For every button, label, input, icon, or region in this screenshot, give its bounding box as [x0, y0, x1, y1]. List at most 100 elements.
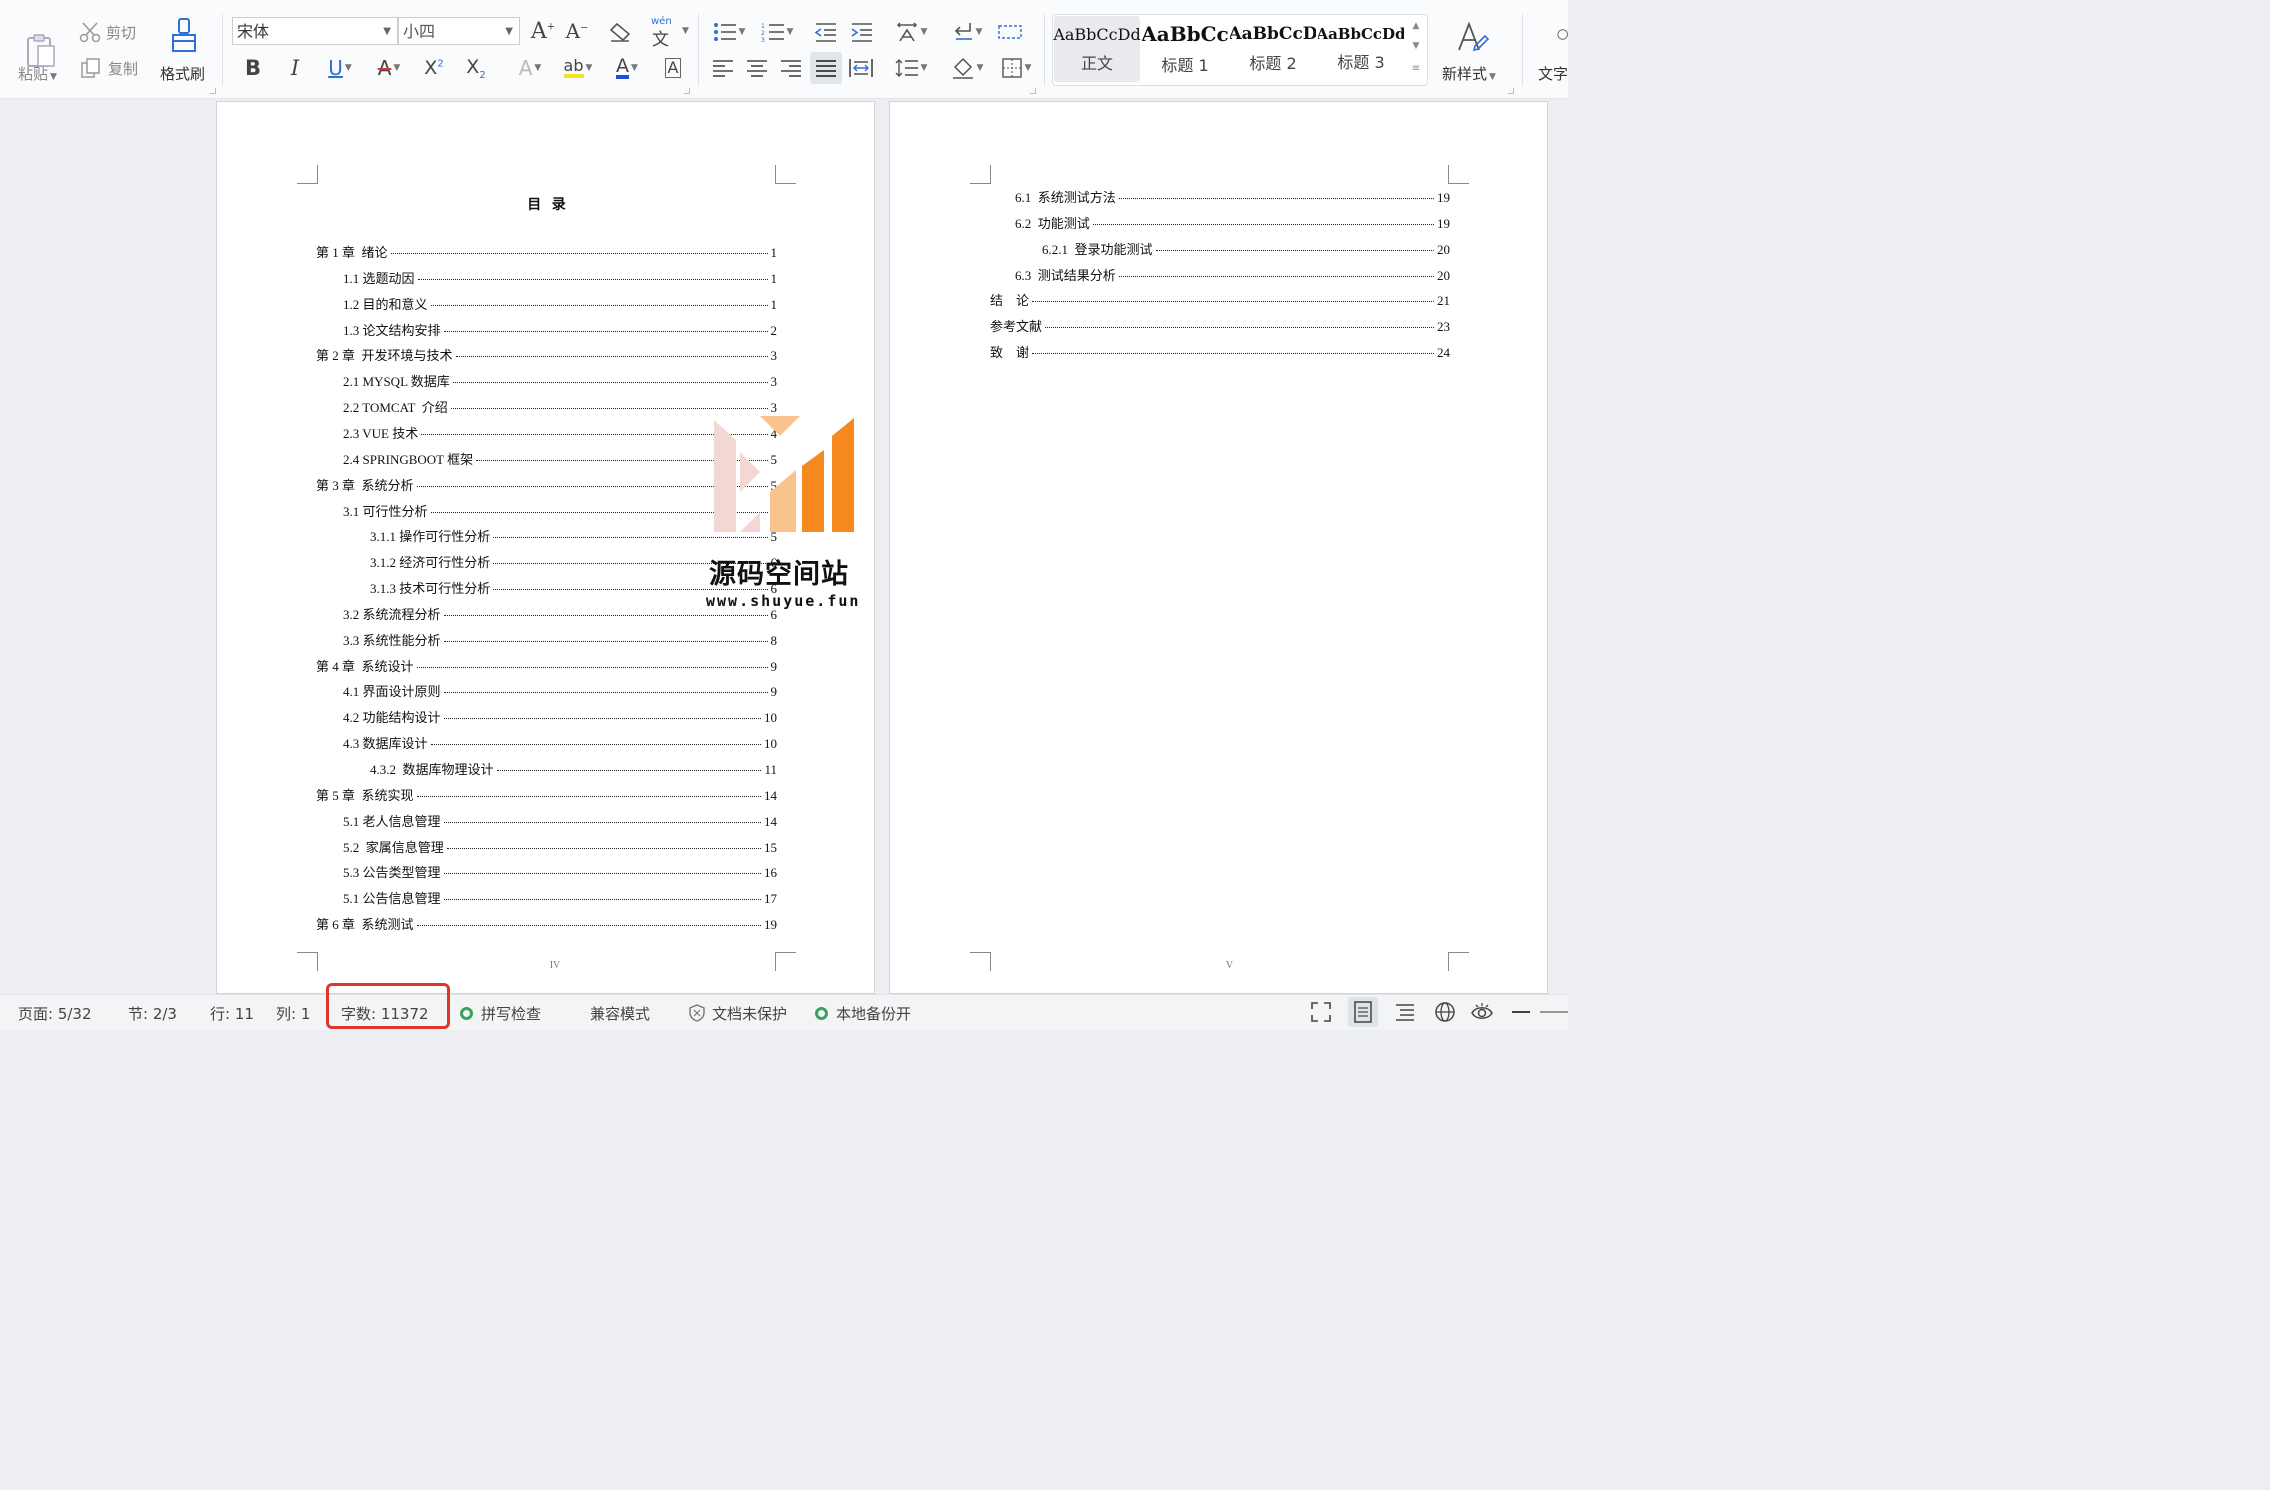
borders-button[interactable]: ▼ [996, 54, 1036, 82]
document-page-right[interactable]: 6.1 系统测试方法 19 6.2 功能测试 19 6.2.1 登录功能测试 20 6.3 … [889, 101, 1548, 994]
shading-button[interactable]: ▼ [946, 54, 988, 82]
font-color-button[interactable]: A ▼ [606, 54, 648, 82]
increase-indent-button[interactable] [848, 18, 876, 46]
toc-entry-title: 6.1 系统测试方法 [1015, 190, 1116, 205]
toc-entry[interactable]: 5.2 家属信息管理 15 [343, 837, 777, 856]
status-section[interactable]: 节: 2/3 [128, 1003, 177, 1024]
local-backup-button[interactable]: 本地备份开 [815, 1003, 911, 1024]
font-size-select[interactable]: 小四 ▼ [398, 17, 520, 45]
toc-entry[interactable]: 4.3 数据库设计 10 [343, 733, 777, 752]
toc-entry[interactable]: 6.3 测试结果分析 20 [1015, 265, 1450, 284]
fullscreen-button[interactable] [1310, 1001, 1332, 1027]
toc-entry[interactable]: 1.2 目的和意义 1 [343, 294, 777, 313]
text-tool-button[interactable] [1552, 20, 1568, 50]
toc-entry[interactable]: 6.2 功能测试 19 [1015, 213, 1450, 232]
styles-scroll-down[interactable]: ▼ [1408, 38, 1424, 54]
style-normal[interactable]: AaBbCcDd 正文 [1053, 16, 1141, 82]
paste-label[interactable]: 粘贴 ▼ [18, 63, 57, 84]
subscript-button[interactable]: X2 [462, 54, 490, 82]
toc-leader-dots [416, 925, 761, 927]
toc-entry[interactable]: 4.2 功能结构设计 10 [343, 707, 777, 726]
zoom-out-icon[interactable] [1512, 1011, 1530, 1013]
char-border-icon: A [664, 58, 682, 78]
new-style-button[interactable] [1452, 18, 1492, 56]
show-marks-button[interactable]: ▼ [946, 18, 988, 46]
align-center-button[interactable] [744, 54, 770, 82]
phonetic-guide-button[interactable]: wén 文 ▼ [646, 16, 690, 50]
toc-entry[interactable]: 1.1 选题动因 1 [343, 268, 777, 287]
text-effect-button[interactable]: A ▼ [510, 54, 550, 82]
spell-check-button[interactable]: 拼写检查 [460, 1003, 541, 1024]
align-right-button[interactable] [778, 54, 804, 82]
style-heading-1[interactable]: AaBbCc 标题 1 [1142, 16, 1228, 82]
highlight-button[interactable]: ab ▼ [558, 54, 598, 82]
toc-entry[interactable]: 6.2.1 登录功能测试 20 [1042, 239, 1450, 258]
toc-entry[interactable]: 第 6 章 系统测试 19 [316, 914, 777, 933]
toc-entry[interactable]: 6.1 系统测试方法 19 [1015, 187, 1450, 206]
cut-button[interactable]: 剪切 [78, 20, 136, 44]
bullet-list-button[interactable]: ▼ [710, 18, 748, 46]
grow-font-button[interactable]: A+ [530, 16, 556, 46]
zoom-slider[interactable] [1540, 1011, 1568, 1013]
toc-leader-dots [455, 356, 768, 358]
status-page[interactable]: 页面: 5/32 [18, 1003, 92, 1024]
toc-entry[interactable]: 4.3.2 数据库物理设计 11 [370, 759, 777, 778]
align-left-button[interactable] [710, 54, 736, 82]
toc-entry-title: 2.3 VUE 技术 [343, 425, 419, 441]
web-view-button[interactable] [1434, 1001, 1456, 1027]
decrease-indent-button[interactable] [812, 18, 840, 46]
status-word-count[interactable]: 字数: 11372 [341, 1003, 429, 1024]
copy-button[interactable]: 复制 [80, 56, 138, 80]
crop-mark [297, 165, 318, 184]
toc-entry-title: 3.1 可行性分析 [343, 503, 428, 519]
shrink-font-button[interactable]: A− [564, 16, 590, 46]
page-view-button[interactable] [1348, 997, 1378, 1027]
toc-entry[interactable]: 1.3 论文结构安排 2 [343, 320, 777, 339]
style-heading-3[interactable]: AaBbCcDd 标题 3 [1318, 16, 1404, 82]
bullet-list-icon [713, 23, 736, 41]
style-heading-2[interactable]: AaBbCcD 标题 2 [1230, 16, 1316, 82]
toc-entry[interactable]: 结 论 21 [990, 290, 1450, 309]
justify-button[interactable] [810, 52, 842, 84]
italic-button[interactable]: I [282, 54, 308, 82]
font-name-select[interactable]: 宋体 ▼ [232, 17, 398, 45]
toc-entry[interactable]: 参考文献 23 [990, 316, 1450, 335]
eye-protect-button[interactable] [1470, 1001, 1494, 1027]
toc-entry[interactable]: 致 谢 24 [990, 342, 1450, 361]
distribute-button[interactable] [848, 54, 874, 82]
toc-entry[interactable]: 5.1 公告信息管理 17 [343, 888, 777, 907]
toc-leader-dots [443, 821, 761, 823]
char-border-button[interactable]: A [660, 54, 686, 82]
format-painter-button[interactable] [160, 16, 208, 56]
paint-bucket-icon [952, 57, 973, 79]
toc-entry[interactable]: 5.3 公告类型管理 16 [343, 862, 777, 881]
toc-entry[interactable]: 3.3 系统性能分析 8 [343, 630, 777, 649]
toc-entry[interactable]: 第 2 章 开发环境与技术 3 [316, 345, 777, 364]
style-h1-sample: AaBbCc [1142, 22, 1228, 46]
toc-leader-dots [1118, 198, 1434, 199]
bold-button[interactable]: B [240, 54, 266, 82]
toc-entry[interactable]: 2.1 MYSQL 数据库 3 [343, 371, 777, 390]
toc-entry-page: 3 [770, 348, 778, 364]
superscript-button[interactable]: X2 [420, 54, 448, 82]
style-h2-label: 标题 2 [1249, 54, 1297, 73]
doc-protect-button[interactable]: 文档未保护 [688, 1003, 787, 1024]
grid-lines-button[interactable] [996, 18, 1024, 46]
align-center-icon [747, 60, 767, 77]
styles-scroll-up[interactable]: ▲ [1408, 18, 1424, 34]
toc-entry[interactable]: 5.1 老人信息管理 14 [343, 811, 777, 830]
toc-entry[interactable]: 第 4 章 系统设计 9 [316, 656, 777, 675]
underline-button[interactable]: U ▼ [320, 54, 360, 82]
clear-format-button[interactable] [606, 18, 634, 46]
text-effect-icon: A [518, 56, 533, 80]
toc-entry[interactable]: 4.1 界面设计原则 9 [343, 681, 777, 700]
new-style-label[interactable]: 新样式 ▼ [1442, 63, 1496, 84]
strikethrough-button[interactable]: A ▼ [368, 54, 410, 82]
outline-view-button[interactable] [1394, 1001, 1416, 1027]
toc-entry[interactable]: 第 1 章 绪论 1 [316, 242, 777, 261]
line-spacing-button[interactable]: ▼ [890, 54, 932, 82]
numbered-list-button[interactable]: 1 2 3 ▼ [758, 18, 796, 46]
styles-expand[interactable]: ≡ [1408, 60, 1424, 76]
chinese-layout-button[interactable]: ▼ [890, 18, 932, 46]
toc-entry[interactable]: 第 5 章 系统实现 14 [316, 785, 777, 804]
